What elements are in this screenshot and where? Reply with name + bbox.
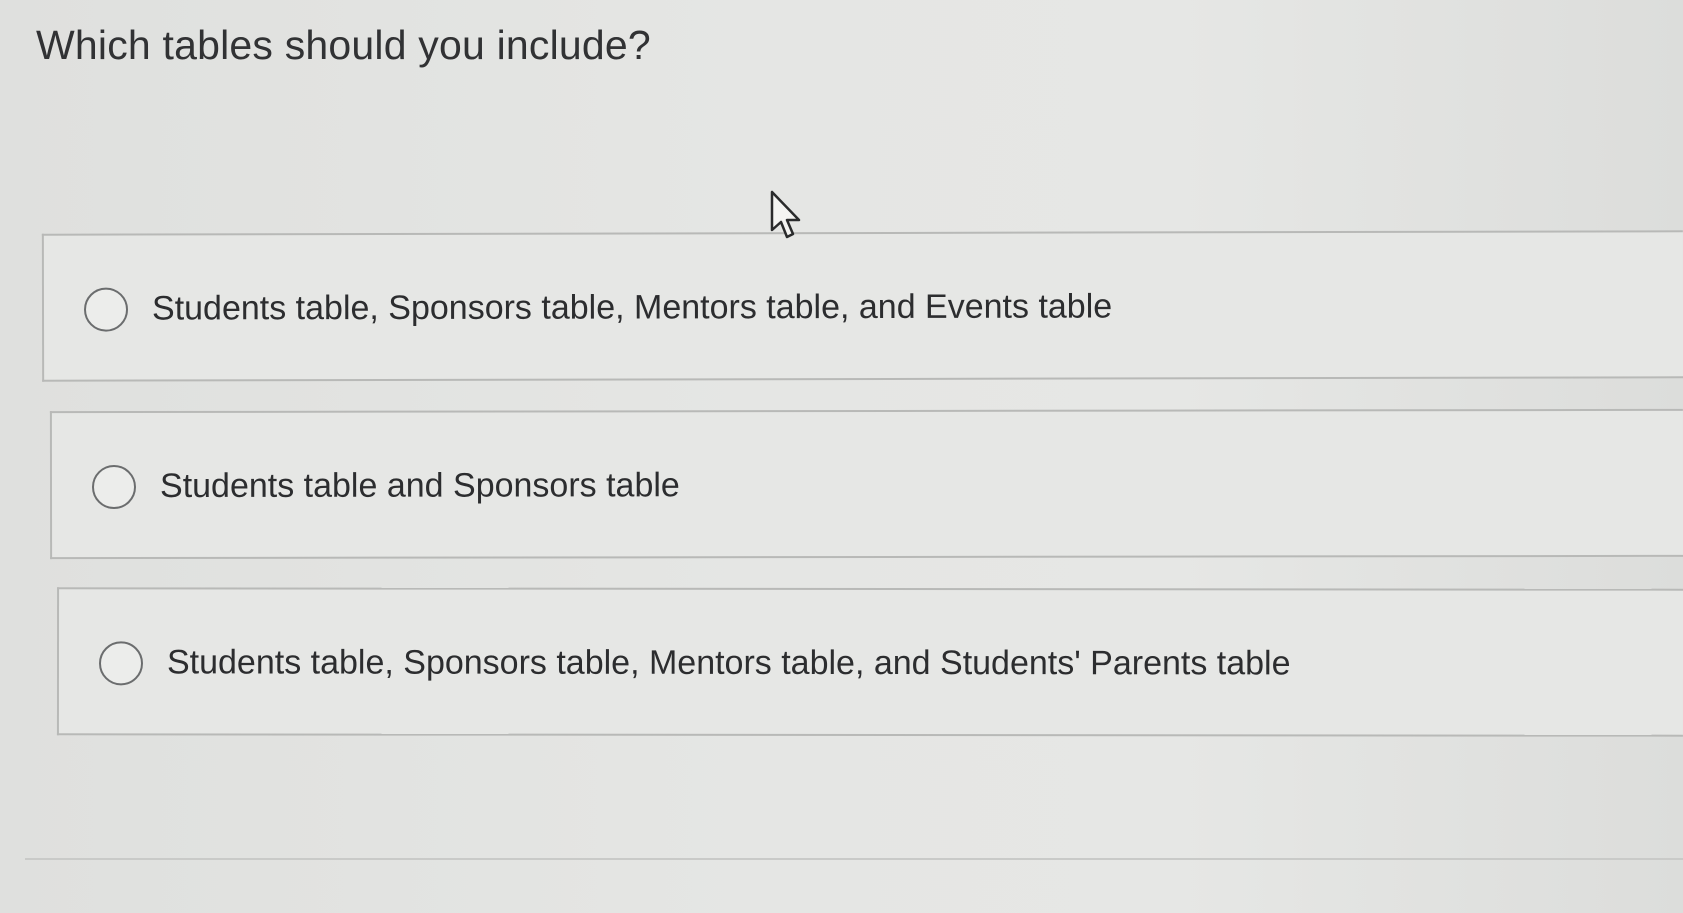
quiz-screen: Which tables should you include? Student… <box>0 0 1683 913</box>
radio-button-icon[interactable] <box>91 465 137 510</box>
answer-option-label: Students table, Sponsors table, Mentors … <box>166 643 1291 683</box>
radio-button-icon[interactable] <box>83 287 129 332</box>
answer-option-1[interactable]: Students table, Sponsors table, Mentors … <box>41 230 1683 382</box>
answer-option-label: Students table and Sponsors table <box>159 466 680 505</box>
question-text: Which tables should you include? <box>36 22 651 68</box>
divider <box>25 858 1683 860</box>
radio-button-icon[interactable] <box>98 641 144 686</box>
answer-option-2[interactable]: Students table and Sponsors table <box>49 408 1683 560</box>
answer-option-3[interactable]: Students table, Sponsors table, Mentors … <box>56 587 1683 737</box>
mouse-pointer-icon <box>770 190 801 239</box>
answer-option-label: Students table, Sponsors table, Mentors … <box>151 287 1113 328</box>
